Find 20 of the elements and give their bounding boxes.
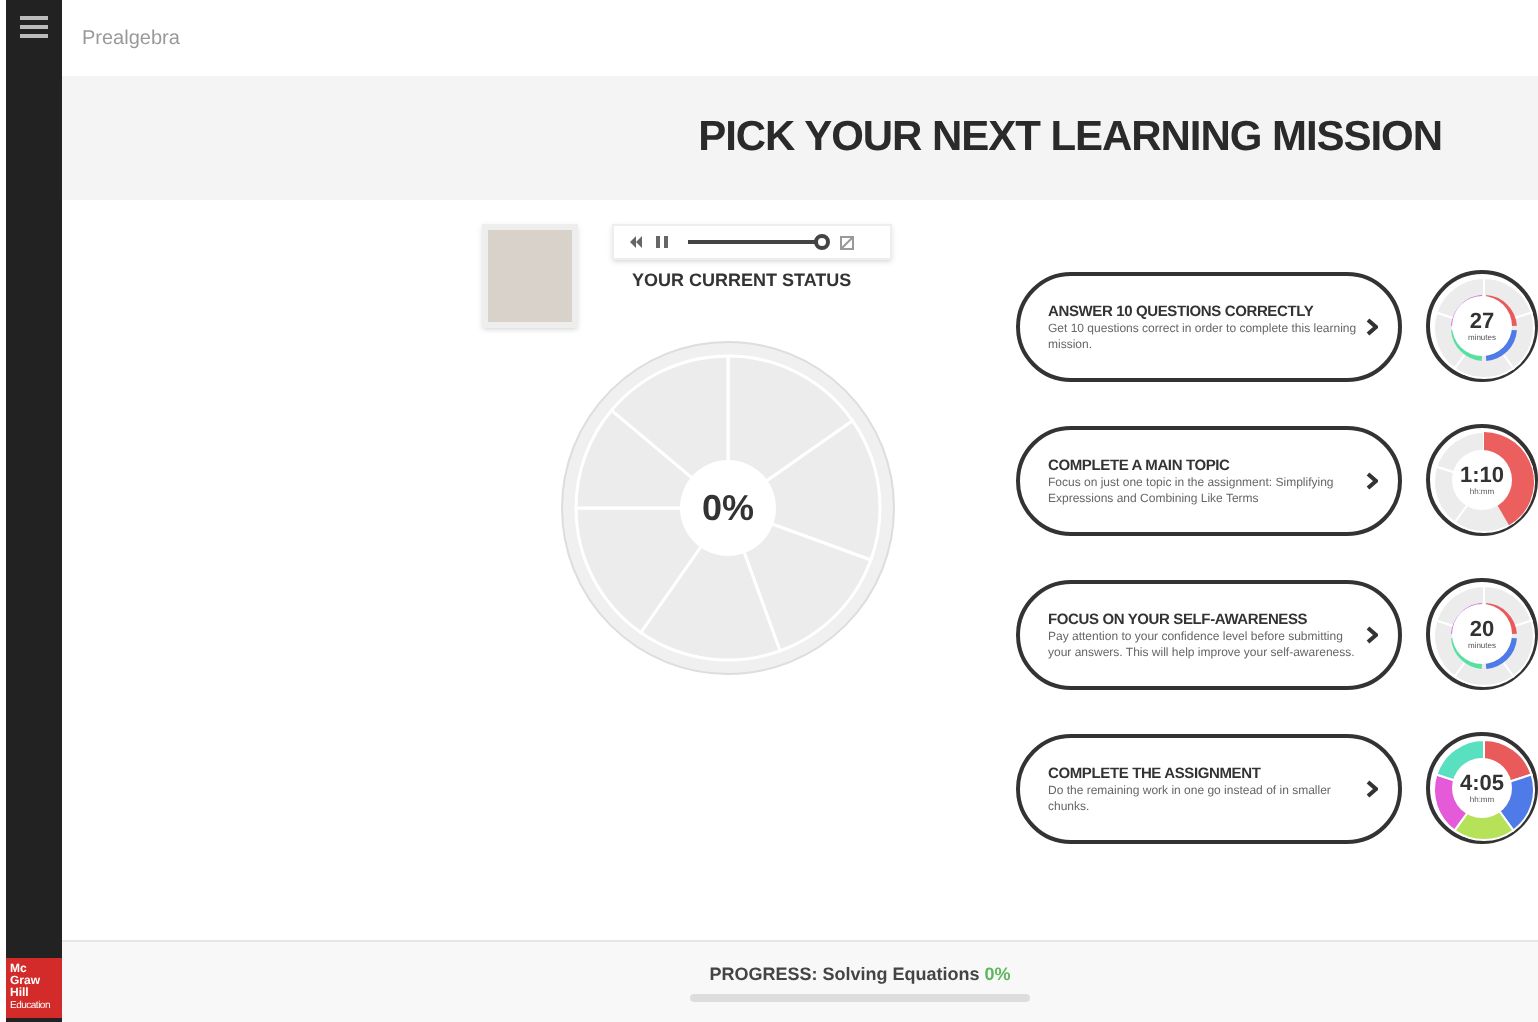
page-title: PICK YOUR NEXT LEARNING MISSION xyxy=(698,112,1442,165)
chevron-right-icon xyxy=(1366,625,1378,643)
status-percent: 0% xyxy=(701,485,754,531)
menu-icon[interactable] xyxy=(20,16,48,38)
rewind-icon[interactable] xyxy=(630,236,644,248)
pause-icon[interactable] xyxy=(656,236,668,248)
chevron-right-icon xyxy=(1366,779,1378,797)
chevron-right-icon xyxy=(1366,471,1378,489)
crossed-box-icon[interactable] xyxy=(840,235,854,249)
slider-thumb[interactable] xyxy=(813,234,829,250)
status-label: YOUR CURRENT STATUS xyxy=(632,268,854,294)
timer-value: 4:05 xyxy=(1459,773,1505,795)
timer-value: 1:10 xyxy=(1459,465,1505,487)
audio-slider[interactable] xyxy=(688,234,828,250)
timer-value: 27 xyxy=(1469,311,1495,333)
timer-value: 20 xyxy=(1469,619,1495,641)
progress-label: PROGRESS: Solving Equations 0% xyxy=(709,961,1011,988)
chevron-right-icon xyxy=(1366,317,1378,335)
avatar-photo-placeholder xyxy=(482,224,578,328)
course-name: Prealgebra xyxy=(82,25,180,53)
